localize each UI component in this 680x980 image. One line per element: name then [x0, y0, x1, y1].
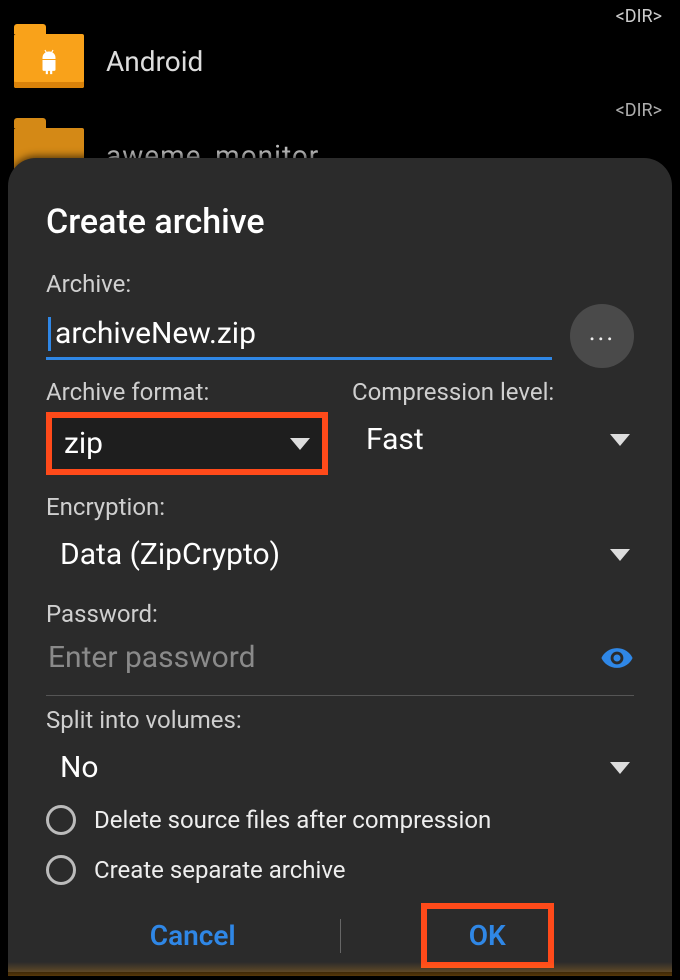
split-label: Split into volumes:: [46, 706, 634, 734]
cancel-button[interactable]: Cancel: [46, 905, 340, 966]
archive-format-select[interactable]: zip: [46, 412, 328, 475]
radio-icon: [46, 805, 76, 835]
encryption-select[interactable]: Data (ZipCrypto): [46, 527, 634, 582]
folder-icon: [14, 34, 84, 88]
divider: [46, 695, 634, 696]
separate-archive-option[interactable]: Create separate archive: [46, 845, 634, 895]
dir-tag: <DIR>: [616, 100, 662, 121]
ok-button-container[interactable]: OK: [341, 905, 635, 966]
create-archive-dialog: Create archive Archive: archiveNew.zip .…: [8, 158, 672, 972]
split-value: No: [60, 750, 99, 785]
archive-label: Archive:: [46, 270, 634, 298]
archive-name-value: archiveNew.zip: [55, 316, 256, 351]
ok-button[interactable]: OK: [421, 903, 554, 968]
chevron-down-icon: [290, 438, 310, 450]
chevron-down-icon: [610, 549, 630, 561]
radio-icon: [46, 855, 76, 885]
chevron-down-icon: [610, 762, 630, 774]
delete-source-option[interactable]: Delete source files after compression: [46, 795, 634, 845]
file-row[interactable]: Android <DIR>: [0, 34, 680, 88]
compression-value: Fast: [366, 422, 424, 457]
eye-icon[interactable]: [600, 641, 634, 675]
encryption-value: Data (ZipCrypto): [60, 537, 280, 572]
format-label: Archive format:: [46, 378, 328, 406]
dir-tag: <DIR>: [616, 6, 662, 27]
compression-level-select[interactable]: Fast: [352, 412, 634, 467]
ellipsis-icon: ...: [589, 317, 616, 347]
delete-source-label: Delete source files after compression: [94, 806, 491, 834]
encryption-label: Encryption:: [46, 493, 634, 521]
separate-archive-label: Create separate archive: [94, 856, 346, 884]
password-input[interactable]: Enter password: [46, 634, 586, 681]
chevron-down-icon: [610, 434, 630, 446]
dialog-title: Create archive: [46, 202, 634, 242]
android-icon: [36, 47, 62, 77]
password-label: Password:: [46, 600, 634, 628]
format-value: zip: [64, 426, 103, 461]
split-volumes-select[interactable]: No: [46, 740, 634, 795]
file-name: Android: [106, 45, 203, 78]
browse-button[interactable]: ...: [570, 304, 634, 368]
archive-name-input[interactable]: archiveNew.zip: [46, 316, 552, 360]
text-cursor: [48, 317, 51, 351]
compression-label: Compression level:: [352, 378, 634, 406]
